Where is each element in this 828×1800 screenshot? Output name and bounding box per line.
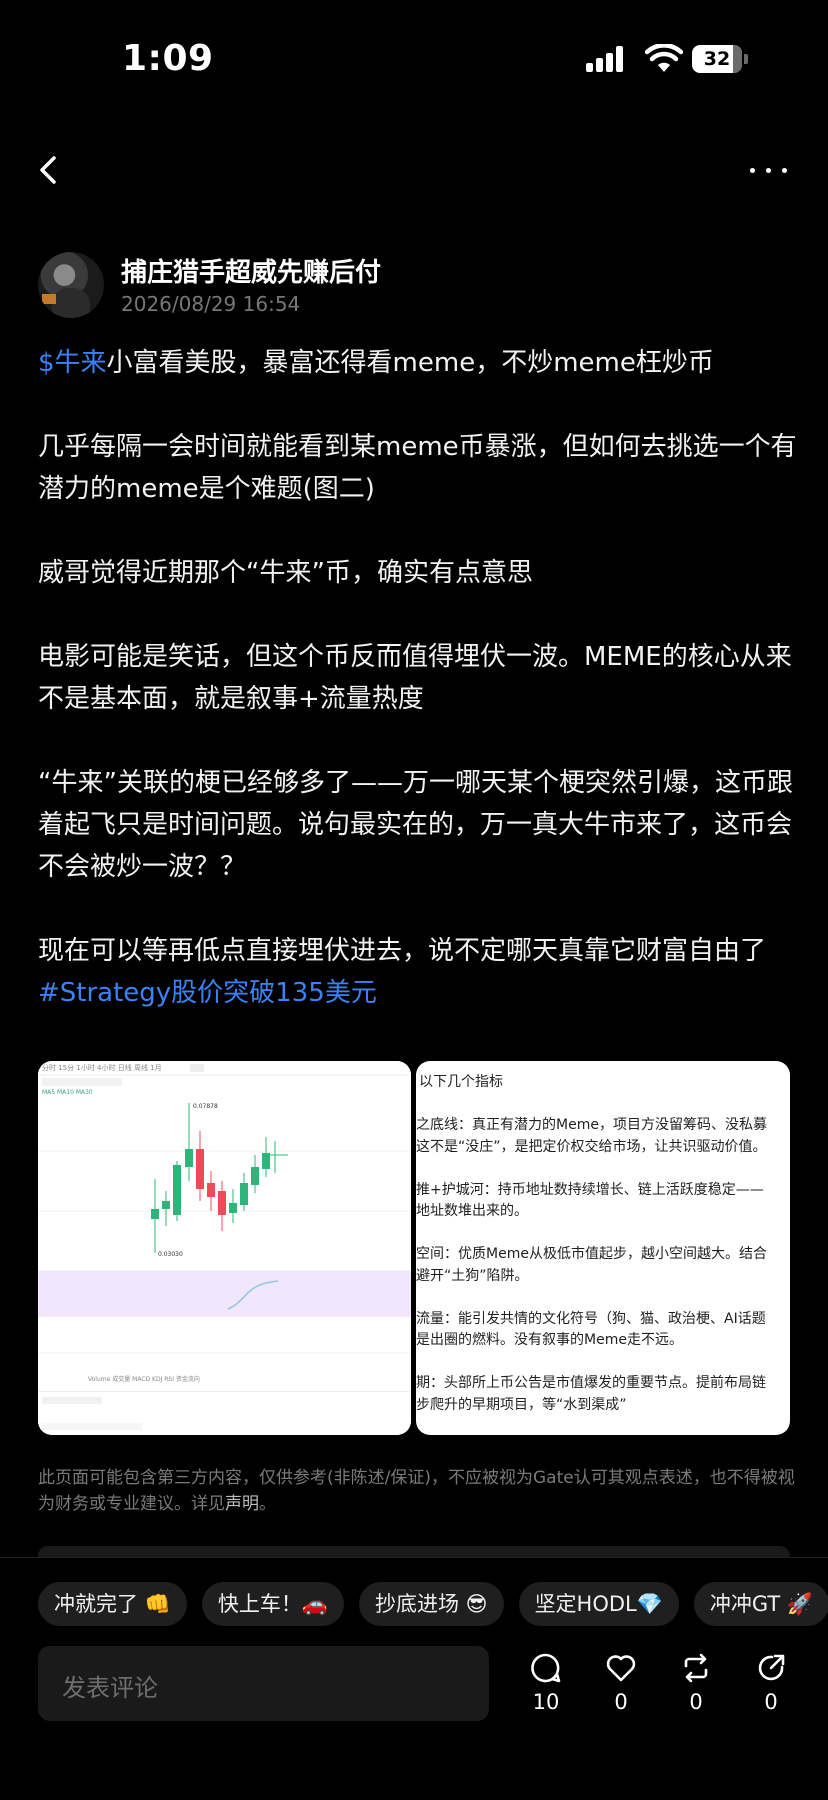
svg-text:MA5 MA10 MA30: MA5 MA10 MA30 (42, 1089, 93, 1096)
quick-reply-chip[interactable]: 冲就完了 👊 (38, 1582, 187, 1626)
quick-reply-chip[interactable]: 快上车！🚗 (201, 1582, 344, 1626)
comment-count: 10 (532, 1690, 560, 1714)
chart-bottom-tabs: Volume 成交量 MACD KDJ RSI 资金流向 (88, 1375, 200, 1383)
heart-icon (606, 1655, 636, 1682)
chart-low-label: 0.03030 (158, 1251, 183, 1258)
post-paragraph-1: $牛来小富看美股，暴富还得看meme，不炒meme枉炒币 (38, 348, 714, 378)
share-button[interactable]: 0 (746, 1652, 796, 1714)
post-paragraph-2: 几乎每隔一会时间就能看到某meme币暴涨，但如何去挑选一个有潜力的meme是个难… (38, 432, 797, 504)
hashtag-link[interactable]: #Strategy股价突破135美元 (38, 978, 377, 1008)
image-text-line: 这不是“没庄”，是把定价权交给市场，让共识驱动价值。 (416, 1138, 767, 1155)
post-body: $牛来小富看美股，暴富还得看meme，不炒meme枉炒币 几乎每隔一会时间就能看… (38, 342, 798, 1014)
image-text-line: 期：头部所上币公告是市值爆发的重要节点。提前布局链 (416, 1375, 766, 1391)
candlestick-chart-image: 分时 15分 1小时 4小时 日线 周线 1月 MA5 MA10 MA30 0.… (38, 1061, 411, 1435)
image-text-line: 步爬升的早期项目，等“水到渠成” (416, 1396, 627, 1413)
post-paragraph-6: 现在可以等再低点直接埋伏进去，说不定哪天真靠它财富自由了#Strategy股价突… (38, 936, 767, 1008)
image-text-line: 空间：优质Meme从极低市值起步，越小空间越大。结合 (416, 1246, 767, 1262)
avatar[interactable] (38, 252, 104, 318)
post-paragraph-5: “牛来”关联的梗已经够多了——万一哪天某个梗突然引爆，这币跟着起飞只是时间问题。… (38, 768, 793, 882)
post-image-chart[interactable]: 分时 15分 1小时 4小时 日线 周线 1月 MA5 MA10 MA30 0.… (38, 1061, 411, 1435)
image-text-line: 以下几个指标 (419, 1074, 503, 1090)
image-text-line: 地址数堆出来的。 (416, 1203, 528, 1219)
statement-link[interactable]: 声明 (225, 1494, 259, 1514)
quick-reply-chip[interactable]: 坚定HODL💎 (518, 1582, 679, 1626)
repost-icon (684, 1653, 708, 1683)
wifi-icon (645, 44, 683, 72)
status-bar: 1:09 32 (0, 0, 828, 120)
chart-high-label: 0.07878 (193, 1103, 218, 1110)
image-text-line: 之底线：真正有潜力的Meme，项目方没留筹码、没私募 (416, 1117, 767, 1133)
image-text-line: 推+护城河：持币地址数持续增长、链上活跃度稳定—— (416, 1181, 764, 1198)
image-text-line: 流量：能引发共情的文化符号（狗、猫、政治梗、AI话题 (416, 1310, 766, 1327)
more-options-icon[interactable] (746, 158, 790, 182)
repost-count: 0 (689, 1690, 703, 1714)
chart-top-tabs: 分时 15分 1小时 4小时 日线 周线 1月 (42, 1063, 162, 1072)
comment-button[interactable]: 10 (521, 1652, 571, 1714)
quick-reply-chip[interactable]: 冲冲GT 🚀 (693, 1582, 828, 1626)
repost-button[interactable]: 0 (671, 1652, 721, 1714)
image-text-line: 避开“土狗”陷阱。 (416, 1267, 529, 1284)
battery-icon: 32 (692, 45, 748, 73)
quick-reply-row: 冲就完了 👊 快上车！🚗 抄底进场 😎 坚定HODL💎 冲冲GT 🚀 (38, 1582, 828, 1626)
comment-icon (531, 1653, 561, 1683)
post-paragraph-4: 电影可能是笑话，但这个币反而值得埋伏一波。MEME的核心从来不是基本面，就是叙事… (38, 642, 792, 714)
like-count: 0 (614, 1690, 628, 1714)
share-icon (758, 1654, 785, 1681)
disclaimer: 此页面可能包含第三方内容，仅供参考(非陈述/保证)，不应被视为Gate认可其观点… (38, 1468, 795, 1514)
post-paragraph-3: 威哥觉得近期那个“牛来”币，确实有点意思 (38, 558, 533, 588)
coin-tag-link[interactable]: $牛来 (38, 348, 107, 378)
clock: 1:09 (122, 38, 214, 79)
cellular-signal-icon (586, 46, 630, 72)
quick-reply-chip[interactable]: 抄底进场 😎 (358, 1582, 504, 1626)
post-timestamp: 2026/08/29 16:54 (121, 292, 301, 316)
comment-input[interactable]: 发表评论 (38, 1646, 489, 1721)
back-icon[interactable] (32, 150, 68, 190)
author-name[interactable]: 捕庄猎手超威先赚后付 (121, 252, 381, 289)
battery-level: 32 (703, 48, 731, 70)
like-button[interactable]: 0 (596, 1652, 646, 1714)
comment-placeholder: 发表评论 (62, 1674, 158, 1702)
divider (0, 1557, 828, 1558)
post-image-text[interactable]: 以下几个指标之底线：真正有潜力的Meme，项目方没留筹码、没私募 这不是“没庄”，… (416, 1061, 790, 1435)
share-count: 0 (764, 1690, 778, 1714)
image-text-line: 是出圈的燃料。没有叙事的Meme走不远。 (416, 1332, 683, 1348)
